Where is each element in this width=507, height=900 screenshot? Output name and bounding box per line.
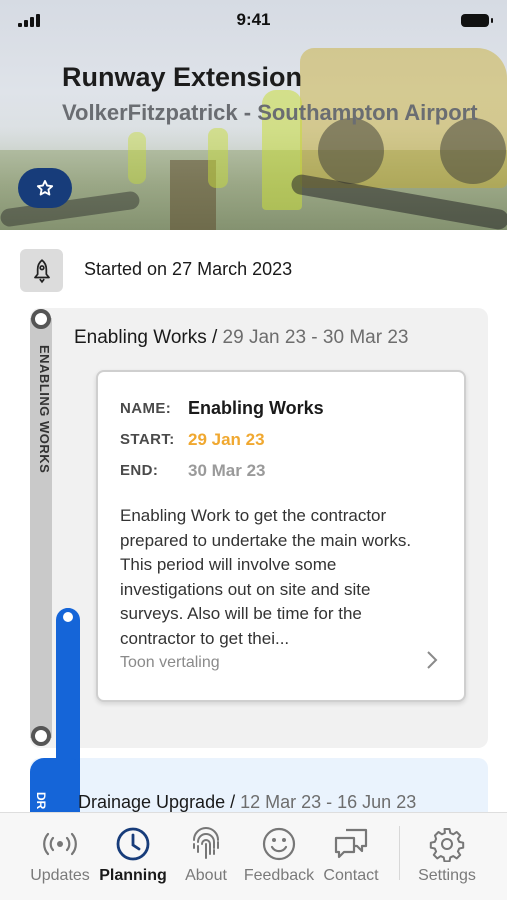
tab-settings[interactable]: Settings <box>407 825 487 885</box>
phase-name: Drainage Upgrade / <box>78 792 236 812</box>
tab-label: Contact <box>323 867 379 884</box>
hero-wheel <box>318 118 384 184</box>
broadcast-icon <box>43 832 77 856</box>
phase-dates: 12 Mar 23 - 16 Jun 23 <box>235 792 417 812</box>
phase-vertical-label: ENABLING WORKS <box>37 345 52 474</box>
project-title: Runway Extension <box>62 62 303 92</box>
phase-dates: 29 Jan 23 - 30 Mar 23 <box>217 327 409 348</box>
tab-planning[interactable]: Planning <box>93 825 173 885</box>
tab-divider <box>399 826 400 880</box>
name-label: NAME: <box>120 400 172 417</box>
fingerprint-icon <box>193 827 219 859</box>
tab-feedback[interactable]: Feedback <box>239 825 319 885</box>
timeline-start-marker <box>31 309 51 329</box>
start-value: 29 Jan 23 <box>188 430 265 449</box>
chevron-right-icon[interactable] <box>426 650 438 670</box>
clock-icon <box>116 827 150 861</box>
chat-bubbles-icon <box>334 828 368 859</box>
end-value: 30 Mar 23 <box>188 461 266 480</box>
battery-icon <box>461 14 493 27</box>
phase-vertical-label: DR <box>34 792 48 810</box>
tab-label: Planning <box>99 867 167 884</box>
end-label: END: <box>120 462 159 479</box>
phase-title[interactable]: Drainage Upgrade / 12 Mar 23 - 16 Jun 23 <box>78 792 416 813</box>
status-time: 9:41 <box>236 10 271 29</box>
bottom-tab-bar: Updates Planning About Feedback Contact … <box>0 812 507 900</box>
project-subtitle: VolkerFitzpatrick - Southampton Airport <box>62 100 478 125</box>
rocket-icon <box>20 249 63 292</box>
tab-updates[interactable]: Updates <box>20 825 100 885</box>
tab-label: Settings <box>418 867 476 884</box>
phase-name: Enabling Works / <box>74 327 218 348</box>
hero-worker <box>208 128 228 188</box>
status-bar: 9:41 <box>0 0 507 40</box>
tab-label: Updates <box>30 867 90 884</box>
star-icon <box>36 180 54 196</box>
timeline-end-marker <box>31 726 51 746</box>
gear-icon <box>429 828 465 862</box>
tab-contact[interactable]: Contact <box>311 825 391 885</box>
tab-about[interactable]: About <box>166 825 246 885</box>
started-date-text: Started on 27 March 2023 <box>84 259 293 279</box>
start-label: START: <box>120 431 175 448</box>
tab-label: About <box>185 867 227 884</box>
name-row: NAME: Enabling Works <box>120 398 324 418</box>
hero-worker <box>128 132 146 184</box>
show-translation-link[interactable]: Toon vertaling <box>120 654 220 672</box>
tab-label: Feedback <box>243 867 315 884</box>
start-row: START: 29 Jan 23 <box>120 430 265 449</box>
end-row: END: 30 Mar 23 <box>120 461 266 480</box>
phase-description: Enabling Work to get the contractor prep… <box>120 506 412 648</box>
phase-detail-card[interactable]: NAME: Enabling Works START: 29 Jan 23 EN… <box>96 370 466 702</box>
name-value: Enabling Works <box>188 398 324 418</box>
timeline-track-current <box>56 608 80 778</box>
hero-wheel <box>440 118 506 184</box>
phase-title[interactable]: Enabling Works / 29 Jan 23 - 30 Mar 23 <box>74 327 408 349</box>
favorite-button[interactable] <box>18 168 72 208</box>
timeline-current-marker <box>59 608 77 626</box>
smiley-icon <box>262 827 296 861</box>
